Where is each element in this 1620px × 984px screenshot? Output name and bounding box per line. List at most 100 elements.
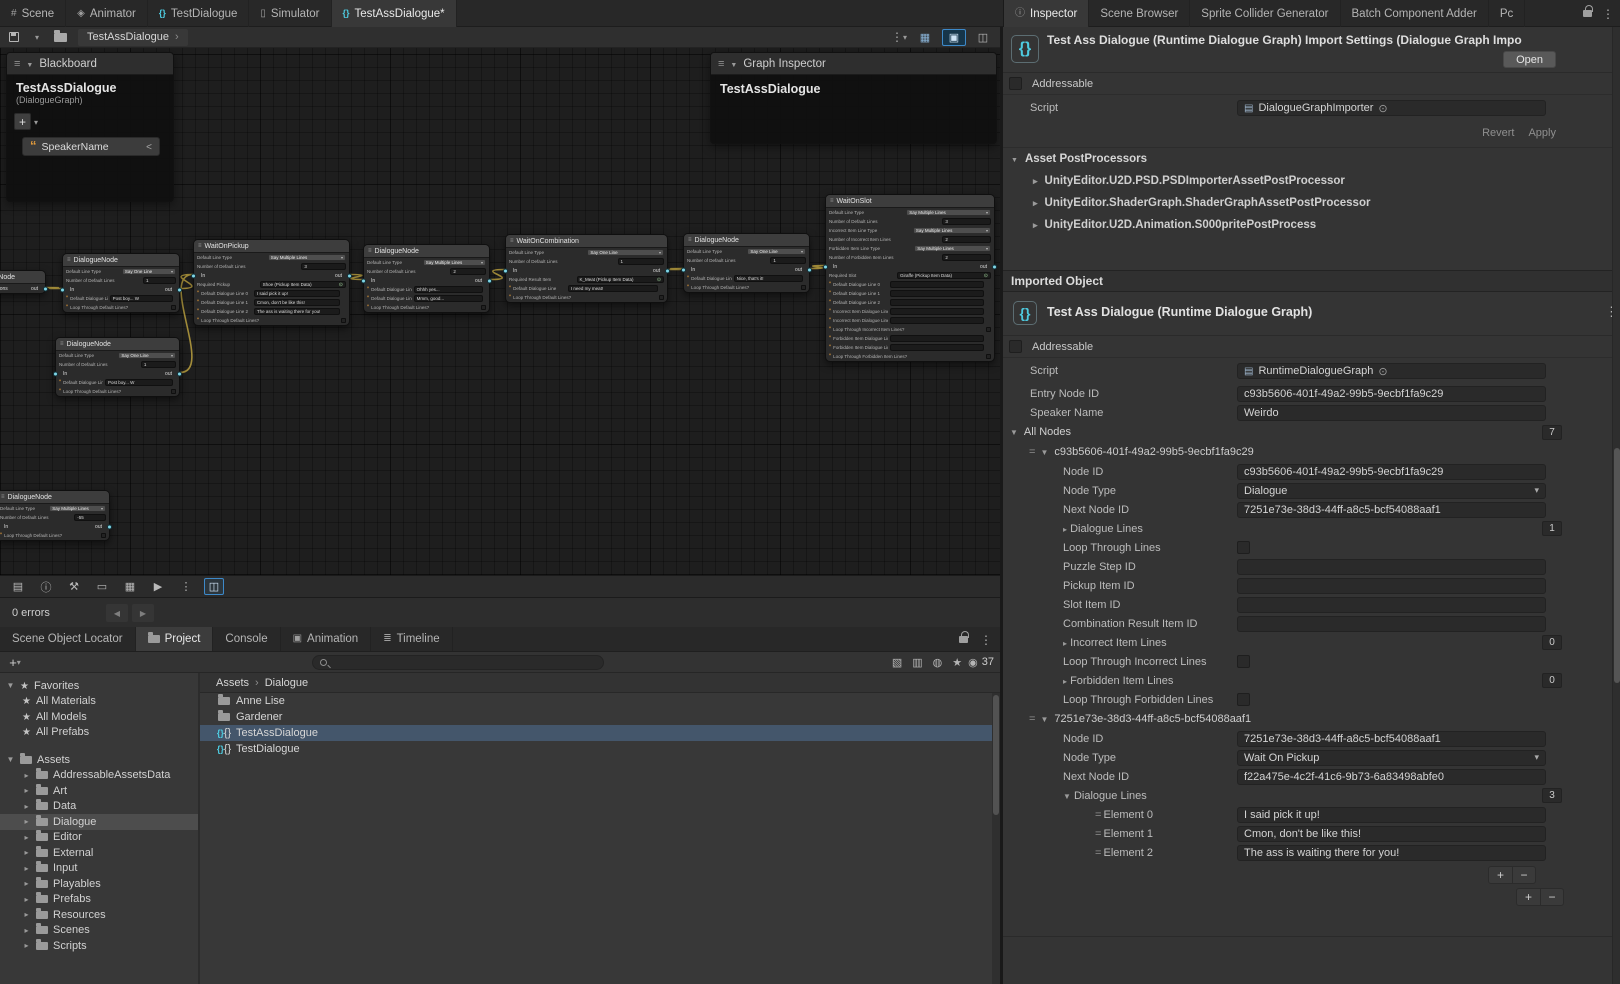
asset-list-item[interactable]: {} TestDialogue [200,741,1000,757]
graph-node-waitonpickup[interactable]: ≡WaitOnPickupDefault Line TypeSay Multip… [193,239,350,326]
node-title-bar[interactable]: ≡WaitOnPickup [194,240,349,253]
node-row[interactable]: “Default Dialogue LineI need my meat! [506,284,667,293]
bottom-tab[interactable]: ▣ Animation [281,627,372,651]
blackboard-panel[interactable]: Blackboard TestAssDialogue (DialogueGrap… [6,52,174,202]
graph-node-startnode[interactable]: ≡StartNodeConnectionsout [0,270,46,294]
breadcrumb-current[interactable]: Dialogue [265,677,308,689]
graph-footer-button[interactable]: ⓘ [36,578,56,595]
expand-arrow[interactable]: ▸ [22,802,31,811]
graph-node-dialoguenode[interactable]: ≡DialogueNodeDefault Line TypeSay One Li… [55,337,180,397]
toggle-blackboard-button[interactable] [913,29,937,46]
graph-footer-button[interactable]: ▤ [8,578,28,595]
node-row[interactable]: Default Line TypeSay One Line▾ [63,267,179,276]
node-row[interactable]: Number of Forbidden Item Lines2 [826,253,994,262]
show-in-project-button[interactable] [51,29,69,46]
graph-node-dialoguenode[interactable]: ≡DialogueNodeDefault Line TypeSay One Li… [683,233,810,293]
node-row[interactable]: “Loop Through Incorrect Item Lines? [826,325,994,334]
expand-arrow[interactable]: ▸ [22,833,31,842]
previous-error-button[interactable] [106,604,128,622]
add-element-button[interactable]: + [1517,889,1540,905]
pane-divider[interactable] [1000,27,1003,984]
breadcrumb-root[interactable]: Assets [216,677,249,689]
graph-canvas[interactable]: ≡StartNodeConnectionsout ≡DialogueNodeDef… [0,48,1000,575]
node-ports-row[interactable]: Inout [506,266,667,275]
node-row[interactable]: Default Line TypeSay One Line▾ [684,247,809,256]
value-field[interactable]: The ass is waiting there for you! [1237,845,1546,861]
node-ports-row[interactable]: Inout [826,262,994,271]
node-row[interactable]: “Default Dialogue Line 1 [826,289,994,298]
array-size-field[interactable]: 1 [1542,521,1562,536]
graph-footer-button[interactable]: ◫ [204,578,224,595]
favorites-item[interactable]: All Materials [0,694,198,710]
node-row[interactable]: Required PickupShoe (Pickup Item Data)⊙ [194,280,349,289]
node-title-bar[interactable]: ≡StartNode [0,271,45,284]
node-row[interactable]: Number of Default Lines1 [63,276,179,285]
node-row[interactable]: Default Line TypeSay One Line▾ [56,351,179,360]
more-menu-icon[interactable] [1602,7,1614,21]
lock-icon[interactable] [1583,10,1592,17]
graph-options-button[interactable] [890,29,908,46]
project-tree-folder[interactable]: ▸ Prefabs [0,892,198,908]
expand-property-icon[interactable] [146,141,152,153]
array-element-header[interactable]: =▼7251e73e-38d3-44ff-a8c5-bcf54088aaf1 [1003,709,1620,729]
lock-icon[interactable] [959,636,968,643]
node-row[interactable]: “Default Dialogue Line 2 [826,298,994,307]
favorites-item[interactable]: All Models [0,709,198,725]
graph-footer-button[interactable]: ⚒ [64,578,84,595]
project-tree-folder[interactable]: ▸ Data [0,799,198,815]
node-ports-row[interactable]: Inout [194,271,349,280]
checkbox[interactable] [1237,693,1250,706]
node-title-bar[interactable]: ≡WaitOnCombination [506,235,667,248]
inspector-tab[interactable]: Scene Browser [1089,0,1190,27]
node-title-bar[interactable]: ≡WaitOnSlot [826,195,994,208]
graph-node-dialoguenode[interactable]: ≡DialogueNodeDefault Line TypeSay One Li… [62,253,180,313]
next-error-button[interactable] [132,604,154,622]
expand-arrow[interactable]: ▼ [6,681,15,690]
dropdown[interactable]: Dialogue▾ [1237,483,1546,499]
value-field[interactable] [1237,597,1546,613]
node-row[interactable]: Number of Default Lines3 [826,217,994,226]
node-row[interactable]: Number of Incorrect Item Lines2 [826,235,994,244]
editor-tab[interactable]: # Scene [0,0,66,27]
graph-footer-button[interactable]: ▦ [120,578,140,595]
script-field[interactable]: ▤ DialogueGraphImporter [1237,100,1546,116]
value-field[interactable]: f22a475e-4c2f-41c6-9b73-6a83498abfe0 [1237,769,1546,785]
all-nodes-foldout[interactable]: ▼ All Nodes 7 [1003,422,1620,442]
node-row[interactable]: “Forbidden Item Dialogue Line 1 [826,343,994,352]
graph-footer-button[interactable]: ⋮ [176,578,196,595]
create-asset-button[interactable] [6,654,24,671]
graph-inspector-header[interactable]: Graph Inspector [711,53,996,75]
scrollbar-thumb[interactable] [993,695,999,815]
remove-element-button[interactable]: − [1540,889,1563,905]
entry-node-field[interactable]: c93b5606-401f-49a2-99b5-9ecbf1fa9c29 [1237,386,1546,402]
assets-root[interactable]: ▼ Assets [0,752,198,768]
scrollbar-thumb[interactable] [1614,448,1620,683]
project-tree-folder[interactable]: ▸ Editor [0,830,198,846]
expand-arrow[interactable]: ▸ [22,941,31,950]
node-row[interactable]: Required Result ItemK_Meat (Pickup Item … [506,275,667,284]
inspector-tab[interactable]: Sprite Collider Generator [1190,0,1340,27]
node-row[interactable]: “Default Dialogue Line 0Ohhh yes... [364,285,489,294]
inspector-tab[interactable]: Batch Component Adder [1341,0,1489,27]
asset-list-item[interactable]: {} TestAssDialogue [200,725,1000,741]
addressable-checkbox[interactable] [1009,77,1022,90]
apply-button[interactable]: Apply [1528,127,1556,139]
node-row[interactable]: Forbidden Item Line TypeSay Multiple Lin… [826,244,994,253]
expand-arrow[interactable]: ▸ [22,786,31,795]
speaker-name-field[interactable]: Weirdo [1237,405,1546,421]
node-row[interactable]: Number of Default Lines1 [56,360,179,369]
project-tree-folder[interactable]: ▸ AddressableAssetsData [0,768,198,784]
script-field[interactable]: ▤ RuntimeDialogueGraph [1237,363,1546,379]
collapse-arrow-icon[interactable] [26,58,33,70]
object-picker-icon[interactable] [1378,365,1387,378]
postprocessors-foldout[interactable]: Asset PostProcessors [1003,148,1620,170]
editor-tab[interactable]: {} TestAssDialogue* [332,0,457,27]
node-row[interactable]: “Loop Through Default Lines? [56,387,179,396]
graph-inspector-panel[interactable]: Graph Inspector TestAssDialogue [710,52,997,144]
graph-node-waitonslot[interactable]: ≡WaitOnSlotDefault Line TypeSay Multiple… [825,194,995,362]
node-row[interactable]: Default Line TypeSay Multiple Lines▾ [826,208,994,217]
node-row[interactable]: “Default Dialogue Line 2The ass is waiti… [194,307,349,316]
expand-arrow[interactable]: ▸ [22,910,31,919]
node-row[interactable]: “Forbidden Item Dialogue Line 0 [826,334,994,343]
node-row[interactable]: “Incorrect Item Dialogue Line 1 [826,316,994,325]
